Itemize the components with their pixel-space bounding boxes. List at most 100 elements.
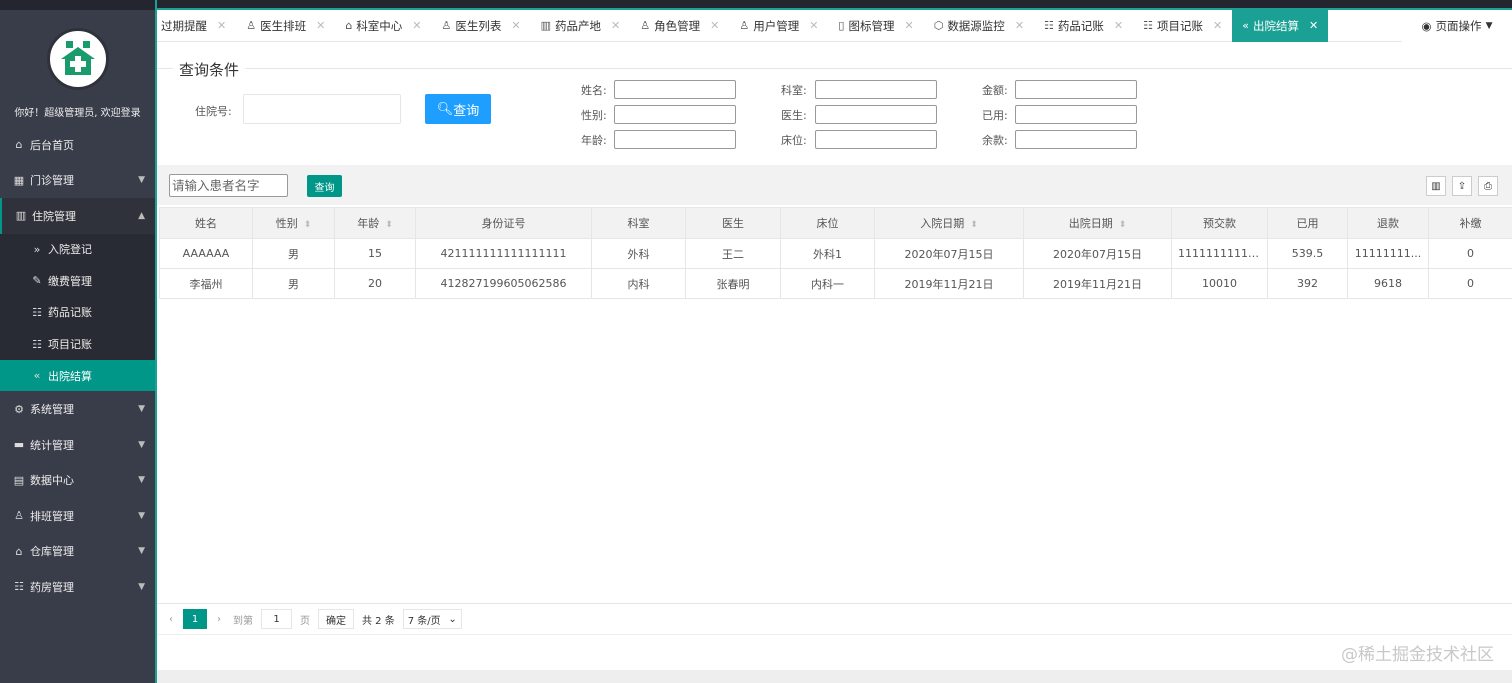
current-page[interactable]: 1 [183, 609, 207, 629]
gender-label: 性别: [581, 109, 607, 122]
tab-bar: 过期提醒 ✕ ♙ 医生排班 ✕ ⌂ 科室中心 ✕ ♙ 医生列表 ✕ ▥ 药品产地 ✕ ♙ 角色管理 ✕… [157, 9, 1512, 42]
nav-payment[interactable]: ✎ 缴费管理 [0, 265, 155, 297]
column-header[interactable]: 出院日期 ⬍ [1023, 207, 1172, 239]
close-icon[interactable]: ✕ [1015, 19, 1024, 32]
tab-doctor-list[interactable]: ♙ 医生列表 ✕ [432, 10, 531, 42]
columns-icon[interactable]: ▥ [1426, 176, 1446, 196]
used-input[interactable] [1015, 105, 1137, 124]
gender-input[interactable] [614, 105, 736, 124]
document-icon: ▤ [13, 473, 25, 487]
nav-pharmacy[interactable]: ☷ 药房管理 ▼ [0, 569, 155, 605]
nav-label: 住院管理 [32, 209, 76, 223]
hospital-logo [46, 28, 109, 90]
amount-input[interactable] [1015, 80, 1137, 99]
tab-drug-origin[interactable]: ▥ 药品产地 ✕ [531, 10, 631, 42]
export-icon[interactable]: ⇪ [1452, 176, 1472, 196]
column-header[interactable]: 年龄 ⬍ [334, 207, 416, 239]
close-icon[interactable]: ✕ [217, 19, 226, 32]
nav-discharge[interactable]: « 出院结算 [0, 359, 155, 392]
tab-dept-center[interactable]: ⌂ 科室中心 ✕ [335, 10, 431, 42]
sort-icon[interactable]: ⬍ [970, 220, 978, 230]
nav-stats[interactable]: ▬ 统计管理 ▼ [0, 427, 155, 463]
tab-label: 医生排班 [260, 18, 307, 33]
table-row[interactable]: AAAAAA 男 15 421111111111111111 外科 王二 外科1 2020年0… [159, 238, 1512, 269]
nav-outpatient[interactable]: ▦ 门诊管理 ▼ [0, 163, 155, 199]
caret-down-icon: ▼ [138, 475, 145, 486]
query-button[interactable]: 🔍︎ 查询 [425, 94, 491, 124]
nav-drug-billing[interactable]: ☷ 药品记账 [0, 297, 155, 329]
tab-drug-billing[interactable]: ☷ 药品记账 ✕ [1034, 10, 1133, 42]
nav-data[interactable]: ▤ 数据中心 ▼ [0, 462, 155, 498]
open-book-icon: ☷ [32, 337, 42, 351]
nav-item-billing[interactable]: ☷ 项目记账 [0, 328, 155, 360]
table-cell: 男 [252, 238, 335, 269]
dept-input[interactable] [815, 80, 937, 99]
welcome-text: 你好！超级管理员, 欢迎登录 [14, 108, 141, 119]
column-header-label: 出院日期 [1068, 217, 1113, 230]
age-input[interactable] [614, 130, 736, 149]
column-header[interactable]: 入院日期 ⬍ [874, 207, 1024, 239]
tab-doctor-schedule[interactable]: ♙ 医生排班 ✕ [236, 10, 335, 42]
sort-icon[interactable]: ⬍ [304, 220, 312, 230]
used-label: 已用: [982, 109, 1008, 122]
nav-admission[interactable]: » 入院登记 [0, 234, 155, 266]
open-book-icon: ☷ [1044, 19, 1054, 32]
tab-user[interactable]: ♙ 用户管理 ✕ [729, 10, 828, 42]
tab-expiry[interactable]: 过期提醒 ✕ [157, 10, 236, 42]
page-operations-dropdown[interactable]: ◉ 页面操作 ▼ [1402, 10, 1512, 42]
close-icon[interactable]: ✕ [1114, 19, 1123, 32]
column-header-label: 姓名 [195, 217, 217, 230]
nav-inpatient[interactable]: ▥ 住院管理 ▲ [0, 198, 155, 234]
per-page-select[interactable]: 7 条/页 ⌄ [402, 609, 462, 629]
sort-icon[interactable]: ⬍ [385, 220, 393, 230]
close-icon[interactable]: ✕ [611, 19, 620, 32]
patient-search-button[interactable]: 查询 [307, 175, 342, 197]
table-toolbar: 请输入患者名字 查询 ▥ ⇪ ⎙ [157, 165, 1512, 205]
column-header: 已用 [1267, 207, 1348, 239]
tab-icons[interactable]: ▯ 图标管理 ✕ [828, 10, 923, 42]
table-row[interactable]: 李福州男 20 412827199605062586 内科 张春明 内科一 2019年11月… [159, 268, 1512, 299]
nav-label: 排班管理 [30, 509, 74, 523]
main-content: 过期提醒 ✕ ♙ 医生排班 ✕ ⌂ 科室中心 ✕ ♙ 医生列表 ✕ ▥ 药品产地 ✕ ♙ 角色管理 ✕… [155, 0, 1512, 683]
tab-role[interactable]: ♙ 角色管理 ✕ [630, 10, 729, 42]
chevron-down-icon: ⌄ [448, 613, 457, 625]
nav-label: 仓库管理 [30, 545, 74, 559]
bed-input[interactable] [815, 130, 937, 149]
close-icon[interactable]: ✕ [710, 19, 719, 32]
balance-input[interactable] [1015, 130, 1137, 149]
confirm-button[interactable]: 确定 [318, 609, 354, 629]
table-cell: 男 [252, 268, 335, 299]
prev-page-icon[interactable]: ‹ [169, 614, 173, 625]
close-icon[interactable]: ✕ [316, 19, 325, 32]
nav-home[interactable]: ⌂ 后台首页 [0, 127, 155, 163]
nav-schedule[interactable]: ♙ 排班管理 ▼ [0, 498, 155, 534]
close-icon[interactable]: ✕ [511, 19, 520, 32]
tab-discharge[interactable]: «出院结算 ✕ [1232, 9, 1329, 42]
column-header: 身份证号 [415, 207, 592, 239]
patient-name-search[interactable]: 请输入患者名字 [169, 174, 288, 197]
close-icon[interactable]: ✕ [1309, 19, 1318, 32]
table-cell: 15 [334, 238, 416, 269]
total-count: 共 2 条 [362, 615, 395, 627]
close-icon[interactable]: ✕ [412, 19, 421, 32]
print-icon[interactable]: ⎙ [1478, 176, 1498, 196]
goto-page-input[interactable]: 1 [261, 609, 292, 629]
close-icon[interactable]: ✕ [1213, 19, 1222, 32]
doctor-input[interactable] [815, 105, 937, 124]
close-icon[interactable]: ✕ [904, 19, 913, 32]
tab-item-billing[interactable]: ☷ 项目记账 ✕ [1133, 10, 1232, 42]
sort-icon[interactable]: ⬍ [1119, 220, 1127, 230]
open-book-icon: ☷ [32, 305, 42, 319]
tab-label: 药品记账 [1057, 18, 1104, 33]
column-header: 姓名 [159, 207, 253, 239]
caret-down-icon: ▼ [1485, 21, 1493, 31]
tab-label: 图标管理 [848, 18, 895, 33]
tab-datasource[interactable]: ⬡ 数据源监控 ✕ [924, 10, 1034, 42]
nav-system[interactable]: ⚙ 系统管理 ▼ [0, 391, 155, 427]
name-input[interactable] [614, 80, 736, 99]
inpatient-no-input[interactable] [243, 94, 401, 124]
nav-warehouse[interactable]: ⌂ 仓库管理 ▼ [0, 533, 155, 569]
close-icon[interactable]: ✕ [809, 19, 818, 32]
next-page-icon[interactable]: › [217, 614, 221, 625]
column-header[interactable]: 性别 ⬍ [252, 207, 335, 239]
